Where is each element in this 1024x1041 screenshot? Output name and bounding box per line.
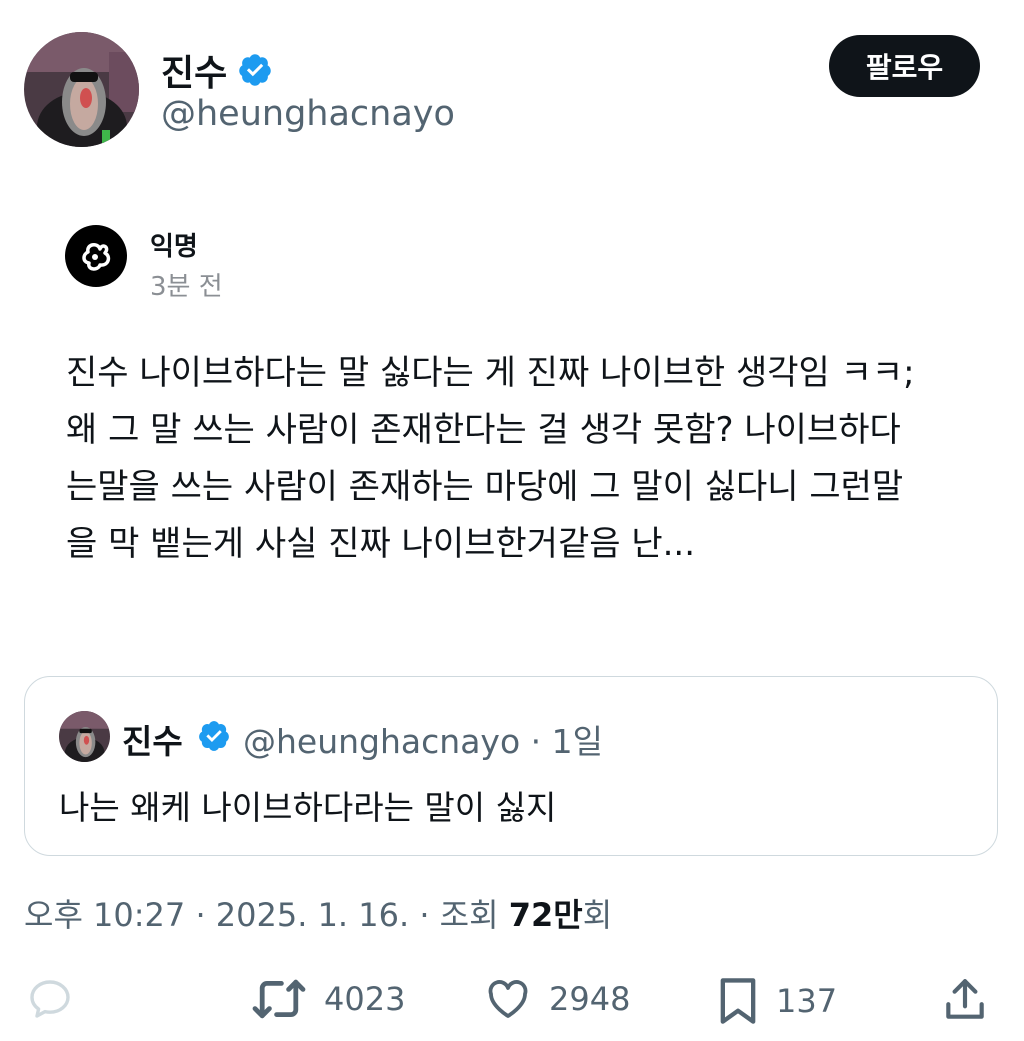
post-line: 는말을 쓰는 사람이 존재하는 마당에 그 말이 싫다니 그런말 xyxy=(66,467,904,507)
anonymous-post-time: 3분 전 xyxy=(150,272,223,302)
like-count: 2948 xyxy=(549,980,631,1018)
author-name-row: 진수 xyxy=(161,44,273,96)
share-button[interactable] xyxy=(940,975,990,1025)
author-avatar[interactable] xyxy=(24,32,139,147)
verified-badge-icon xyxy=(239,54,271,86)
share-icon xyxy=(946,979,984,1019)
follow-button[interactable]: 팔로우 xyxy=(829,35,980,97)
retweet-count: 4023 xyxy=(324,980,406,1018)
author-name[interactable]: 진수 xyxy=(161,44,227,96)
quoted-author-handle-time: @heunghacnayo · 1일 xyxy=(243,722,603,761)
verified-badge-icon xyxy=(199,721,229,751)
heart-icon xyxy=(488,980,528,1018)
quoted-author-avatar xyxy=(59,711,110,762)
bookmark-count: 137 xyxy=(776,982,838,1020)
reply-button[interactable] xyxy=(26,975,74,1023)
reply-icon xyxy=(30,980,70,1018)
anonymous-app-logo-icon xyxy=(65,225,127,287)
post-line: 진수 나이브하다는 말 싫다는 게 진짜 나이브한 생각임 ㅋㅋ; xyxy=(66,353,915,393)
retweet-icon xyxy=(252,979,306,1019)
retweet-button[interactable]: 4023 xyxy=(250,975,405,1023)
post-body: 진수 나이브하다는 말 싫다는 게 진짜 나이브한 생각임 ㅋㅋ; 왜 그 말 … xyxy=(66,345,966,573)
post-line: 을 막 뱉는게 사실 진짜 나이브한거같음 난... xyxy=(66,524,696,564)
post-timestamp: 오후 10:27 · 2025. 1. 16. · 조회 xyxy=(24,896,509,934)
author-handle[interactable]: @heunghacnayo xyxy=(161,94,455,134)
view-count[interactable]: 72만 xyxy=(509,896,583,934)
quoted-post-card[interactable]: 진수 @heunghacnayo · 1일 나는 왜케 나이브하다라는 말이 싫… xyxy=(24,676,998,856)
post-line: 왜 그 말 쓰는 사람이 존재한다는 걸 생각 못함? 나이브하다 xyxy=(66,410,901,450)
bookmark-button[interactable]: 137 xyxy=(716,975,837,1027)
bookmark-icon xyxy=(720,978,756,1024)
like-button[interactable]: 2948 xyxy=(483,975,630,1023)
quoted-author-name: 진수 xyxy=(122,722,183,761)
view-count-suffix: 회 xyxy=(582,896,613,934)
post-meta: 오후 10:27 · 2025. 1. 16. · 조회 72만회 xyxy=(24,890,612,936)
anonymous-author-name: 익명 xyxy=(150,232,198,262)
quoted-post-text: 나는 왜케 나이브하다라는 말이 싫지 xyxy=(59,788,557,827)
